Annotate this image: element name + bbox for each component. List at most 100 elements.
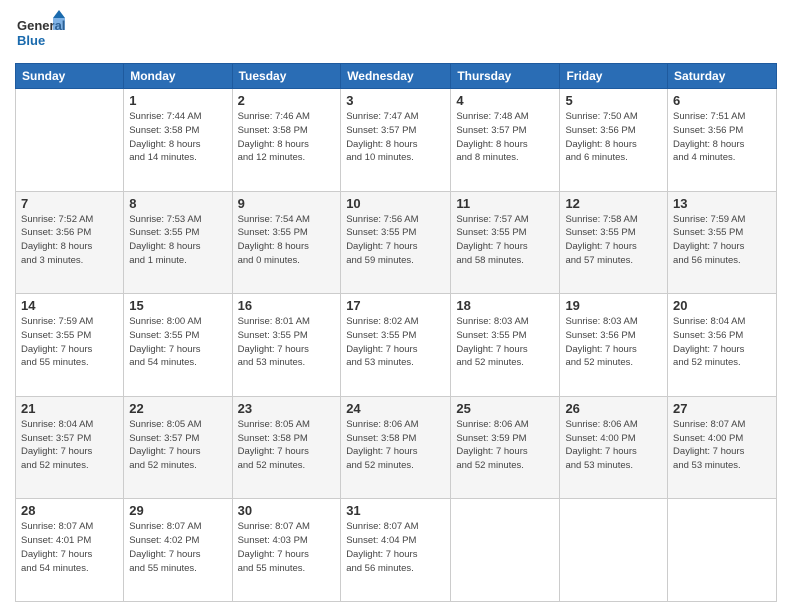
- day-info: Sunrise: 8:03 AM Sunset: 3:56 PM Dayligh…: [565, 315, 662, 370]
- day-info: Sunrise: 8:07 AM Sunset: 4:02 PM Dayligh…: [129, 520, 226, 575]
- day-info: Sunrise: 7:53 AM Sunset: 3:55 PM Dayligh…: [129, 213, 226, 268]
- day-number: 27: [673, 401, 771, 416]
- day-info: Sunrise: 8:01 AM Sunset: 3:55 PM Dayligh…: [238, 315, 336, 370]
- day-info: Sunrise: 7:54 AM Sunset: 3:55 PM Dayligh…: [238, 213, 336, 268]
- weekday-header: Friday: [560, 64, 668, 89]
- day-info: Sunrise: 8:07 AM Sunset: 4:00 PM Dayligh…: [673, 418, 771, 473]
- day-number: 11: [456, 196, 554, 211]
- header: General Blue: [15, 10, 777, 55]
- day-info: Sunrise: 7:52 AM Sunset: 3:56 PM Dayligh…: [21, 213, 118, 268]
- calendar-week-row: 28 Sunrise: 8:07 AM Sunset: 4:01 PM Dayli…: [16, 499, 777, 602]
- day-number: 19: [565, 298, 662, 313]
- calendar-cell: 9 Sunrise: 7:54 AM Sunset: 3:55 PM Daylig…: [232, 191, 341, 294]
- calendar-cell: 1Sunrise: 7:44 AM Sunset: 3:58 PM Daylig…: [124, 89, 232, 192]
- logo-icon: General Blue: [15, 10, 65, 55]
- calendar-cell: 31Sunrise: 8:07 AM Sunset: 4:04 PM Dayli…: [341, 499, 451, 602]
- day-number: 17: [346, 298, 445, 313]
- calendar-cell: 21 Sunrise: 8:04 AM Sunset: 3:57 PM Dayli…: [16, 396, 124, 499]
- day-number: 6: [673, 93, 771, 108]
- calendar-cell: 18Sunrise: 8:03 AM Sunset: 3:55 PM Dayli…: [451, 294, 560, 397]
- calendar-cell: 6 Sunrise: 7:51 AM Sunset: 3:56 PM Daylig…: [668, 89, 777, 192]
- calendar-week-row: 1Sunrise: 7:44 AM Sunset: 3:58 PM Daylig…: [16, 89, 777, 192]
- calendar-table: SundayMondayTuesdayWednesdayThursdayFrid…: [15, 63, 777, 602]
- day-number: 9: [238, 196, 336, 211]
- calendar-cell: 20 Sunrise: 8:04 AM Sunset: 3:56 PM Dayli…: [668, 294, 777, 397]
- day-info: Sunrise: 7:51 AM Sunset: 3:56 PM Dayligh…: [673, 110, 771, 165]
- weekday-header: Wednesday: [341, 64, 451, 89]
- day-number: 5: [565, 93, 662, 108]
- calendar-cell: 7 Sunrise: 7:52 AM Sunset: 3:56 PM Daylig…: [16, 191, 124, 294]
- calendar-cell: 12 Sunrise: 7:58 AM Sunset: 3:55 PM Dayli…: [560, 191, 668, 294]
- day-info: Sunrise: 7:59 AM Sunset: 3:55 PM Dayligh…: [21, 315, 118, 370]
- day-info: Sunrise: 8:07 AM Sunset: 4:03 PM Dayligh…: [238, 520, 336, 575]
- day-info: Sunrise: 8:02 AM Sunset: 3:55 PM Dayligh…: [346, 315, 445, 370]
- day-number: 13: [673, 196, 771, 211]
- calendar-cell: 13 Sunrise: 7:59 AM Sunset: 3:55 PM Dayli…: [668, 191, 777, 294]
- day-info: Sunrise: 8:07 AM Sunset: 4:01 PM Dayligh…: [21, 520, 118, 575]
- calendar-week-row: 21 Sunrise: 8:04 AM Sunset: 3:57 PM Dayli…: [16, 396, 777, 499]
- calendar-cell: 4 Sunrise: 7:48 AM Sunset: 3:57 PM Daylig…: [451, 89, 560, 192]
- calendar-cell: 26 Sunrise: 8:06 AM Sunset: 4:00 PM Dayli…: [560, 396, 668, 499]
- day-info: Sunrise: 7:48 AM Sunset: 3:57 PM Dayligh…: [456, 110, 554, 165]
- day-number: 15: [129, 298, 226, 313]
- calendar-cell: 3 Sunrise: 7:47 AM Sunset: 3:57 PM Daylig…: [341, 89, 451, 192]
- day-info: Sunrise: 7:46 AM Sunset: 3:58 PM Dayligh…: [238, 110, 336, 165]
- day-number: 4: [456, 93, 554, 108]
- weekday-header: Monday: [124, 64, 232, 89]
- day-number: 2: [238, 93, 336, 108]
- day-number: 8: [129, 196, 226, 211]
- weekday-header: Thursday: [451, 64, 560, 89]
- day-number: 1: [129, 93, 226, 108]
- calendar-cell: 10 Sunrise: 7:56 AM Sunset: 3:55 PM Dayli…: [341, 191, 451, 294]
- day-number: 25: [456, 401, 554, 416]
- calendar-cell: 19 Sunrise: 8:03 AM Sunset: 3:56 PM Dayli…: [560, 294, 668, 397]
- calendar-cell: 2 Sunrise: 7:46 AM Sunset: 3:58 PM Daylig…: [232, 89, 341, 192]
- day-info: Sunrise: 8:04 AM Sunset: 3:57 PM Dayligh…: [21, 418, 118, 473]
- day-number: 21: [21, 401, 118, 416]
- day-number: 12: [565, 196, 662, 211]
- day-info: Sunrise: 7:56 AM Sunset: 3:55 PM Dayligh…: [346, 213, 445, 268]
- day-info: Sunrise: 8:06 AM Sunset: 3:58 PM Dayligh…: [346, 418, 445, 473]
- day-number: 23: [238, 401, 336, 416]
- calendar-cell: [451, 499, 560, 602]
- svg-text:Blue: Blue: [17, 33, 45, 48]
- day-info: Sunrise: 8:05 AM Sunset: 3:57 PM Dayligh…: [129, 418, 226, 473]
- calendar-cell: 15 Sunrise: 8:00 AM Sunset: 3:55 PM Dayli…: [124, 294, 232, 397]
- calendar-week-row: 7 Sunrise: 7:52 AM Sunset: 3:56 PM Daylig…: [16, 191, 777, 294]
- calendar-cell: 17 Sunrise: 8:02 AM Sunset: 3:55 PM Dayli…: [341, 294, 451, 397]
- calendar-week-row: 14Sunrise: 7:59 AM Sunset: 3:55 PM Dayli…: [16, 294, 777, 397]
- weekday-header: Tuesday: [232, 64, 341, 89]
- day-info: Sunrise: 7:58 AM Sunset: 3:55 PM Dayligh…: [565, 213, 662, 268]
- day-info: Sunrise: 8:00 AM Sunset: 3:55 PM Dayligh…: [129, 315, 226, 370]
- weekday-header: Saturday: [668, 64, 777, 89]
- day-number: 29: [129, 503, 226, 518]
- day-number: 20: [673, 298, 771, 313]
- day-number: 28: [21, 503, 118, 518]
- day-info: Sunrise: 8:06 AM Sunset: 4:00 PM Dayligh…: [565, 418, 662, 473]
- calendar-cell: 29 Sunrise: 8:07 AM Sunset: 4:02 PM Dayli…: [124, 499, 232, 602]
- day-info: Sunrise: 8:05 AM Sunset: 3:58 PM Dayligh…: [238, 418, 336, 473]
- day-info: Sunrise: 7:57 AM Sunset: 3:55 PM Dayligh…: [456, 213, 554, 268]
- calendar-cell: 27 Sunrise: 8:07 AM Sunset: 4:00 PM Dayli…: [668, 396, 777, 499]
- day-number: 26: [565, 401, 662, 416]
- day-info: Sunrise: 7:50 AM Sunset: 3:56 PM Dayligh…: [565, 110, 662, 165]
- weekday-header-row: SundayMondayTuesdayWednesdayThursdayFrid…: [16, 64, 777, 89]
- calendar-cell: 22 Sunrise: 8:05 AM Sunset: 3:57 PM Dayli…: [124, 396, 232, 499]
- calendar-cell: 28 Sunrise: 8:07 AM Sunset: 4:01 PM Dayli…: [16, 499, 124, 602]
- day-number: 24: [346, 401, 445, 416]
- calendar-cell: 23 Sunrise: 8:05 AM Sunset: 3:58 PM Dayli…: [232, 396, 341, 499]
- calendar-cell: 5 Sunrise: 7:50 AM Sunset: 3:56 PM Daylig…: [560, 89, 668, 192]
- calendar-cell: 24 Sunrise: 8:06 AM Sunset: 3:58 PM Dayli…: [341, 396, 451, 499]
- calendar-cell: 8 Sunrise: 7:53 AM Sunset: 3:55 PM Daylig…: [124, 191, 232, 294]
- day-number: 16: [238, 298, 336, 313]
- day-number: 7: [21, 196, 118, 211]
- day-info: Sunrise: 7:59 AM Sunset: 3:55 PM Dayligh…: [673, 213, 771, 268]
- day-number: 22: [129, 401, 226, 416]
- logo: General Blue: [15, 10, 65, 55]
- day-number: 3: [346, 93, 445, 108]
- day-info: Sunrise: 8:03 AM Sunset: 3:55 PM Dayligh…: [456, 315, 554, 370]
- day-number: 10: [346, 196, 445, 211]
- day-number: 30: [238, 503, 336, 518]
- day-info: Sunrise: 7:47 AM Sunset: 3:57 PM Dayligh…: [346, 110, 445, 165]
- day-info: Sunrise: 8:04 AM Sunset: 3:56 PM Dayligh…: [673, 315, 771, 370]
